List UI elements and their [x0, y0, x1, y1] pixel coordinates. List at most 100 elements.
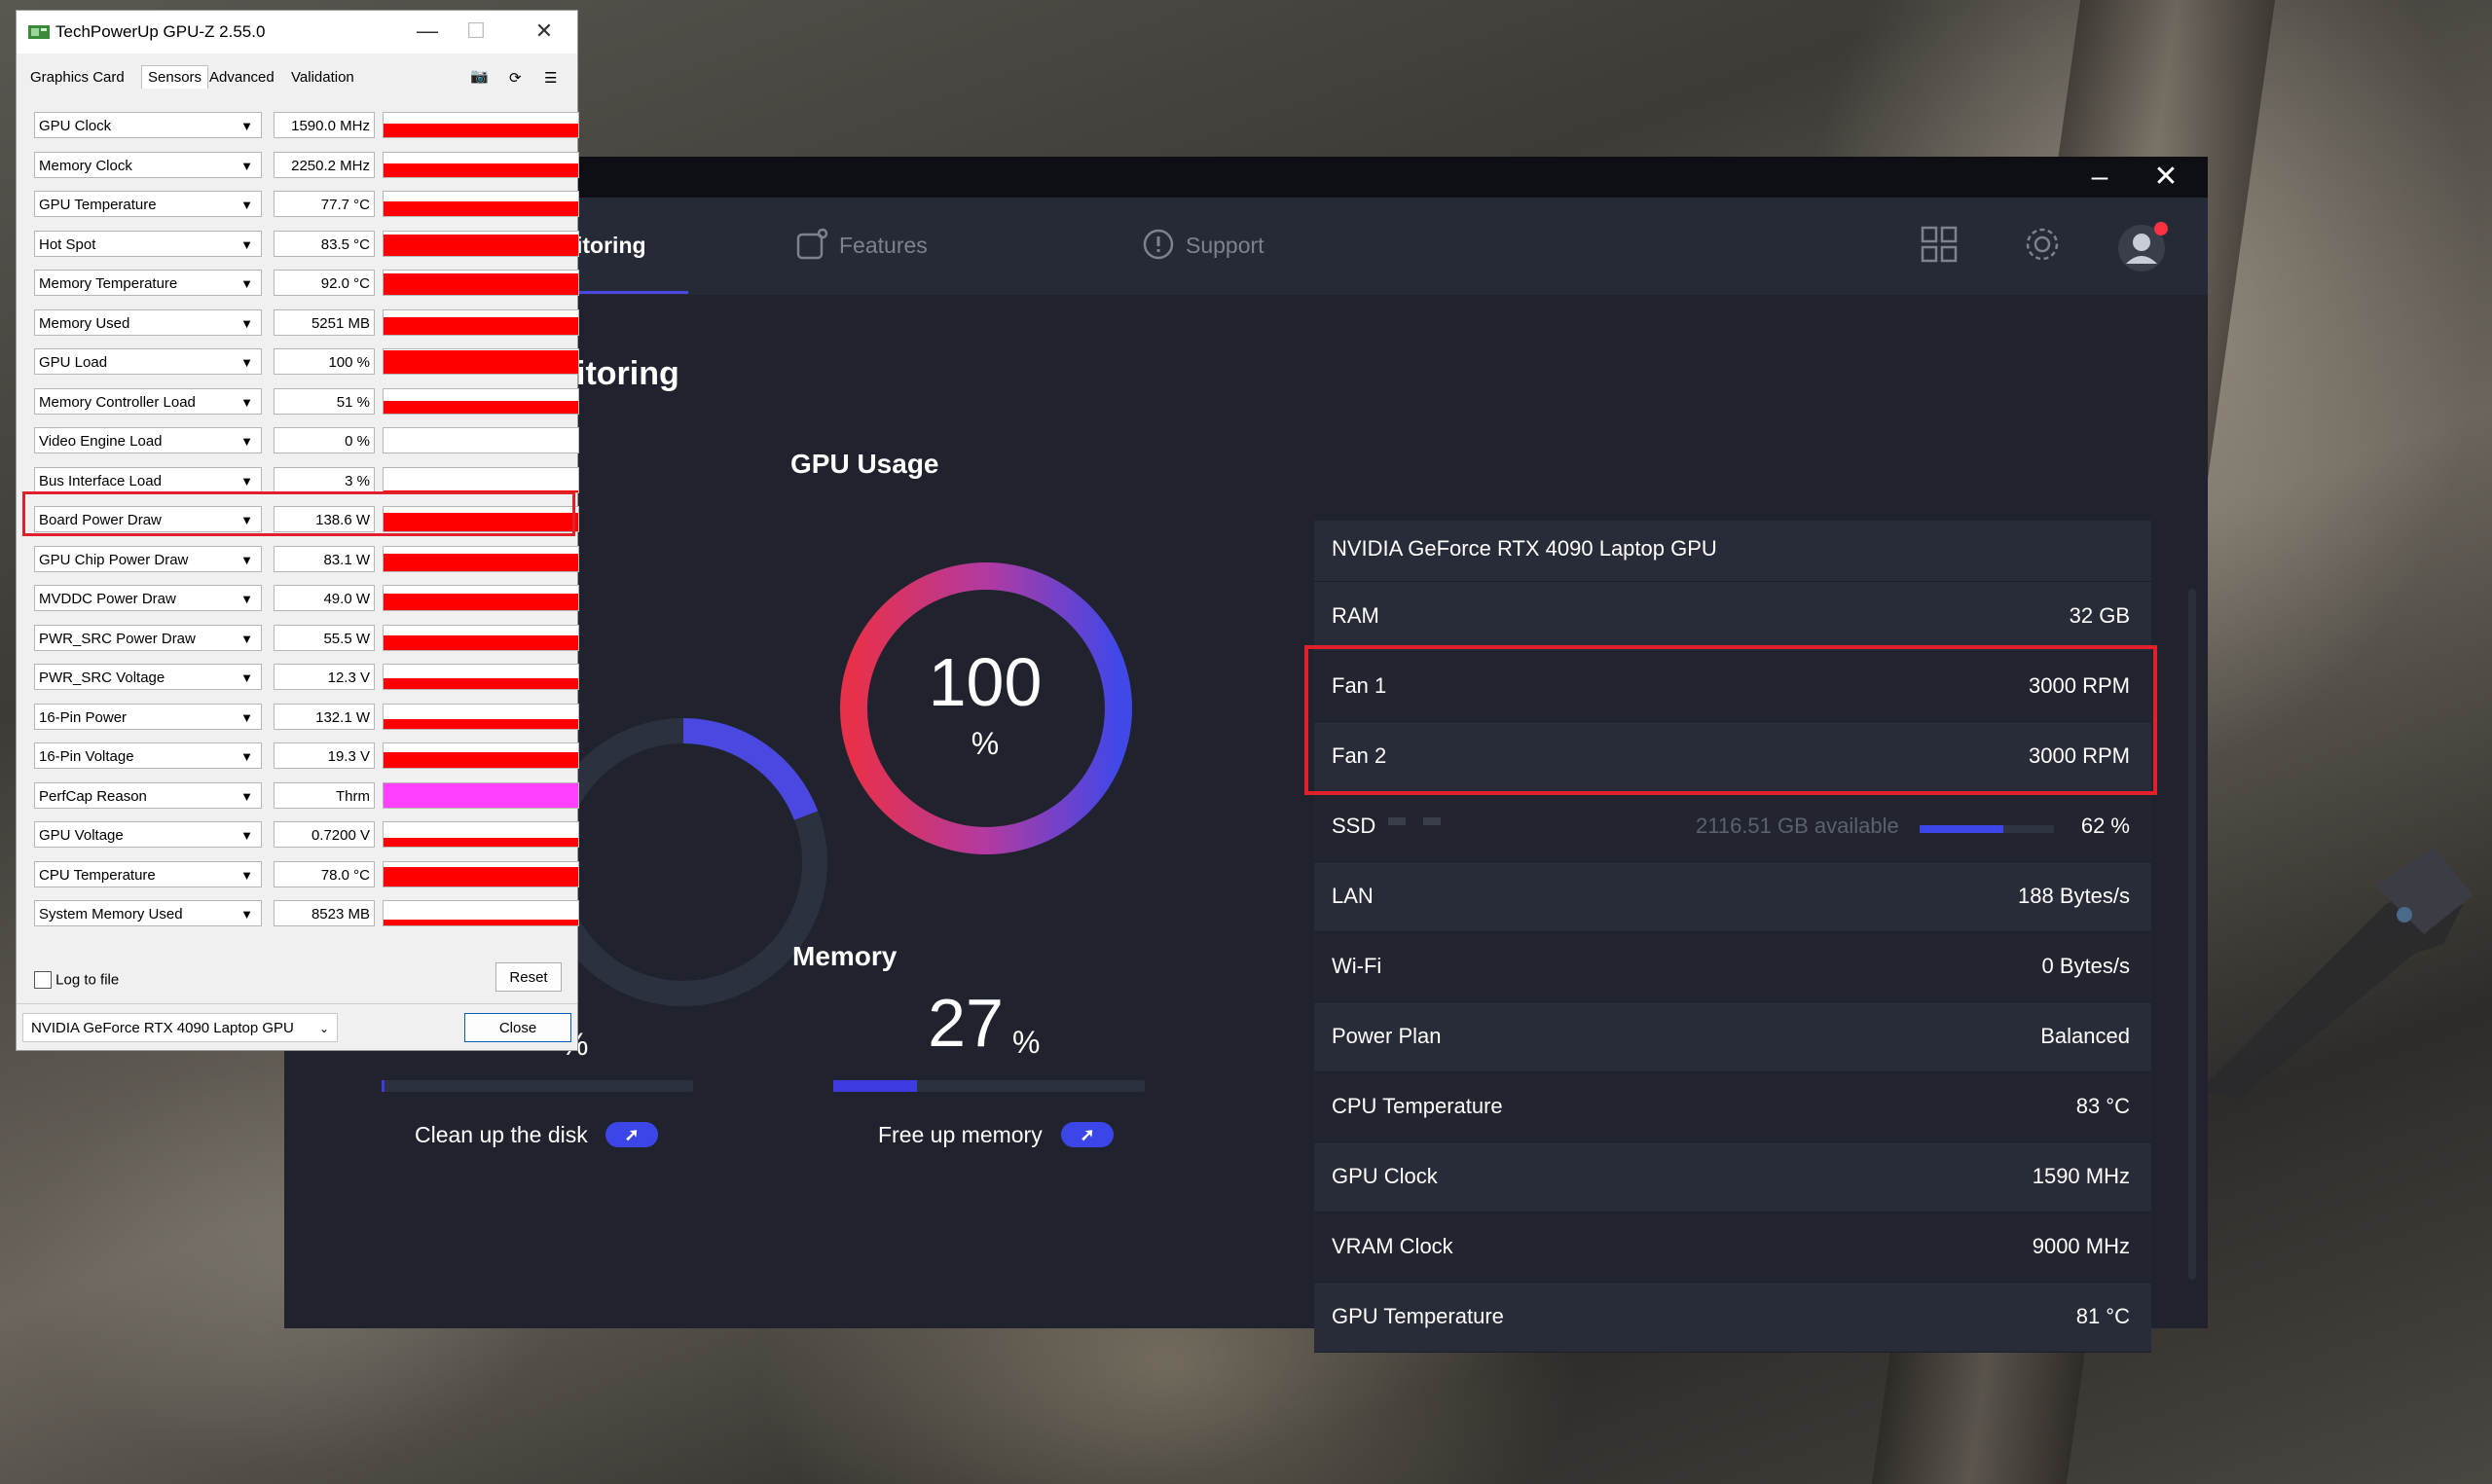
free-memory-button[interactable]: ➚: [1061, 1122, 1114, 1147]
reset-button[interactable]: Reset: [495, 962, 562, 992]
sensor-name: CPU Temperature: [39, 866, 156, 884]
sensor-graph: [383, 308, 579, 336]
sensor-name-dropdown[interactable]: MVDDC Power Draw ▼: [34, 585, 262, 611]
dropdown-arrow-icon[interactable]: ▼: [240, 586, 253, 612]
sensor-row: PWR_SRC Power Draw ▼ 55.5 W: [34, 621, 579, 656]
dropdown-arrow-icon[interactable]: ▼: [240, 153, 253, 179]
sensor-name-dropdown[interactable]: Hot Spot ▼: [34, 230, 262, 258]
sensor-name-dropdown[interactable]: GPU Voltage ▼: [34, 821, 262, 848]
dropdown-arrow-icon[interactable]: ▼: [240, 232, 253, 258]
menu-icon[interactable]: ☰: [544, 69, 557, 87]
sensor-name-dropdown[interactable]: 16-Pin Voltage ▼: [34, 742, 262, 769]
dropdown-arrow-icon[interactable]: ▼: [240, 428, 253, 454]
sensor-name-dropdown[interactable]: GPU Clock ▼: [34, 112, 262, 138]
dropdown-arrow-icon[interactable]: ▼: [240, 271, 253, 297]
sensor-row: Memory Temperature ▼ 92.0 °C: [34, 266, 579, 301]
tab-graphics-card[interactable]: Graphics Card: [30, 69, 125, 86]
sensor-name-dropdown[interactable]: Video Engine Load ▼: [34, 427, 262, 453]
sensor-graph: [383, 860, 579, 887]
sensor-graph-fill: [384, 634, 578, 650]
dropdown-arrow-icon[interactable]: ▼: [240, 547, 253, 573]
gpuz-titlebar: TechPowerUp GPU-Z 2.55.0 — ☐ ✕: [17, 11, 577, 54]
sensor-name-dropdown[interactable]: 16-Pin Power ▼: [34, 703, 262, 731]
dropdown-arrow-icon[interactable]: ▼: [240, 705, 253, 731]
sensor-name: Memory Used: [39, 314, 130, 332]
sensor-name-dropdown[interactable]: GPU Temperature ▼: [34, 191, 262, 217]
tab-sensors[interactable]: Sensors: [141, 65, 209, 89]
dropdown-arrow-icon[interactable]: ▼: [240, 822, 253, 849]
sensor-name-dropdown[interactable]: GPU Load ▼: [34, 348, 262, 375]
dropdown-arrow-icon[interactable]: ▼: [240, 901, 253, 927]
sensor-name: PerfCap Reason: [39, 787, 147, 805]
gpuz-maximize-icon[interactable]: ☐: [457, 18, 495, 44]
dropdown-arrow-icon[interactable]: ▼: [240, 626, 253, 652]
sensor-graph: [383, 191, 579, 217]
sensor-name: GPU Clock: [39, 118, 112, 134]
sensor-name-dropdown[interactable]: Memory Controller Load ▼: [34, 387, 262, 416]
dropdown-arrow-icon[interactable]: ▼: [240, 862, 253, 888]
sensor-value: 55.5 W: [274, 624, 375, 651]
sensor-name-dropdown[interactable]: PWR_SRC Power Draw ▼: [34, 624, 262, 652]
sensor-graph-fill: [384, 782, 578, 808]
sensor-row: GPU Clock ▼ 1590.0 MHz: [34, 108, 579, 143]
sensor-graph-fill: [384, 124, 578, 137]
sensor-value: 100 %: [274, 348, 375, 375]
dropdown-arrow-icon[interactable]: ▼: [240, 192, 253, 218]
sensor-name-dropdown[interactable]: Bus Interface Load ▼: [34, 466, 262, 494]
dropdown-arrow-icon[interactable]: ▼: [240, 468, 253, 494]
sensor-name-dropdown[interactable]: PerfCap Reason ▼: [34, 781, 262, 810]
gpuz-close-icon[interactable]: ✕: [525, 18, 564, 44]
tab-monitoring[interactable]: itoring: [576, 198, 646, 293]
sensor-name: Memory Controller Load: [39, 393, 196, 411]
page-title: itoring: [576, 355, 679, 392]
minimize-icon[interactable]: –: [2075, 161, 2124, 194]
sensor-value: 92.0 °C: [274, 270, 375, 296]
dropdown-arrow-icon[interactable]: ▼: [240, 349, 253, 376]
sensor-name: MVDDC Power Draw: [39, 591, 176, 607]
close-button[interactable]: Close: [464, 1013, 571, 1042]
dropdown-arrow-icon[interactable]: ▼: [240, 389, 253, 416]
gpu-select-dropdown[interactable]: NVIDIA GeForce RTX 4090 Laptop GPU ⌄: [22, 1013, 338, 1042]
dropdown-arrow-icon[interactable]: ▼: [240, 113, 253, 139]
sensor-name-dropdown[interactable]: Memory Clock ▼: [34, 151, 262, 179]
sensor-name-dropdown[interactable]: CPU Temperature ▼: [34, 860, 262, 888]
ssd-partition-dot: [1388, 817, 1406, 825]
info-row: VRAM Clock 9000 MHz: [1314, 1213, 2151, 1283]
dropdown-arrow-icon[interactable]: ▼: [240, 783, 253, 810]
tab-features[interactable]: Features: [839, 198, 928, 293]
sensor-graph-fill: [384, 751, 578, 768]
gpuz-minimize-icon[interactable]: —: [408, 18, 447, 44]
sensor-row: Memory Clock ▼ 2250.2 MHz: [34, 148, 579, 183]
camera-icon[interactable]: 📷: [470, 67, 489, 85]
log-to-file-checkbox[interactable]: [34, 971, 52, 990]
dropdown-arrow-icon[interactable]: ▼: [240, 743, 253, 770]
grid-icon[interactable]: [1920, 225, 1959, 264]
dropdown-arrow-icon[interactable]: ▼: [240, 665, 253, 691]
gear-icon[interactable]: [2023, 225, 2062, 264]
refresh-icon[interactable]: ⟳: [509, 69, 522, 87]
tab-advanced[interactable]: Advanced: [209, 69, 275, 86]
sensor-graph: [383, 112, 579, 138]
sensor-value: 5251 MB: [274, 308, 375, 336]
sensor-name-dropdown[interactable]: GPU Chip Power Draw ▼: [34, 545, 262, 573]
sensor-graph: [383, 585, 579, 611]
dropdown-arrow-icon[interactable]: ▼: [240, 310, 253, 337]
sensor-name-dropdown[interactable]: PWR_SRC Voltage ▼: [34, 664, 262, 690]
memory-progress: [833, 1080, 1145, 1092]
info-label: RAM: [1332, 603, 1379, 628]
log-to-file-row[interactable]: Log to file: [34, 971, 119, 990]
sensor-row: System Memory Used ▼ 8523 MB: [34, 896, 579, 931]
info-value: 62 %: [2080, 814, 2130, 838]
avatar-icon[interactable]: [2116, 219, 2171, 273]
gpu-name-row: NVIDIA GeForce RTX 4090 Laptop GPU: [1314, 521, 2151, 582]
sensor-name-dropdown[interactable]: Memory Used ▼: [34, 308, 262, 337]
tab-support[interactable]: Support: [1186, 198, 1264, 293]
sensor-value: 12.3 V: [274, 664, 375, 690]
info-scrollbar[interactable]: [2188, 589, 2196, 1280]
clean-disk-button[interactable]: ➚: [605, 1122, 658, 1147]
sensor-name-dropdown[interactable]: System Memory Used ▼: [34, 900, 262, 926]
sensor-name-dropdown[interactable]: Memory Temperature ▼: [34, 270, 262, 296]
tab-validation[interactable]: Validation: [291, 69, 354, 86]
info-row: Power Plan Balanced: [1314, 1002, 2151, 1072]
close-icon[interactable]: ✕: [2142, 161, 2190, 194]
